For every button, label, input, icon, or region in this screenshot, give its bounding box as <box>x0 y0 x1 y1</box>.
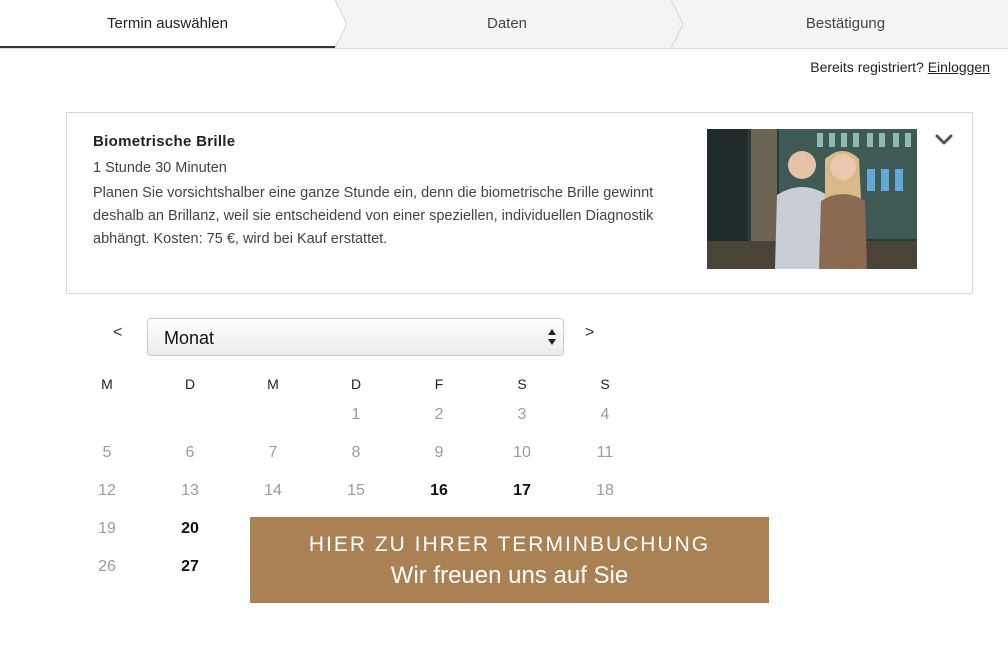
weekday-header: S <box>517 376 527 392</box>
calendar-day: 4 <box>600 406 610 423</box>
banner-subline: Wir freuen uns auf Sie <box>390 562 629 589</box>
service-photo <box>707 129 917 269</box>
calendar-day: 1 <box>351 406 361 423</box>
calendar-day: 6 <box>185 444 195 461</box>
calendar-day: 14 <box>264 482 282 499</box>
weekday-header: M <box>267 376 279 392</box>
calendar-day: 12 <box>98 482 116 499</box>
calendar-day-available[interactable]: 27 <box>170 558 210 576</box>
step-separator-icon <box>333 0 347 48</box>
calendar-day: 7 <box>268 444 278 461</box>
select-arrows-icon <box>548 329 556 345</box>
calendar-day: 5 <box>102 444 112 461</box>
calendar-day-available[interactable]: 17 <box>502 482 542 500</box>
booking-banner[interactable]: HIER ZU IHRER TERMINBUCHUNG Wir freuen u… <box>250 517 769 603</box>
login-prompt-text: Bereits registriert? <box>810 59 924 75</box>
step-daten[interactable]: Daten <box>347 0 667 48</box>
month-select[interactable]: Monat <box>147 318 564 356</box>
calendar-day: 8 <box>351 444 361 461</box>
calendar-day: 10 <box>513 444 531 461</box>
service-card[interactable]: Biometrische Brille 1 Stunde 30 Minuten … <box>66 112 973 294</box>
next-month-button[interactable]: > <box>585 324 594 342</box>
weekday-header: D <box>350 376 362 392</box>
banner-headline: HIER ZU IHRER TERMINBUCHUNG <box>308 533 711 556</box>
weekday-header: M <box>101 376 113 392</box>
service-title: Biometrische Brille <box>93 133 236 150</box>
calendar-day: 13 <box>181 482 199 499</box>
calendar-day: 3 <box>517 406 527 423</box>
calendar-day-available[interactable]: 20 <box>170 520 210 538</box>
service-duration: 1 Stunde 30 Minuten <box>93 160 227 176</box>
booking-steps: Termin auswählen Daten Bestätigung <box>0 0 1008 49</box>
calendar-day: 18 <box>596 482 614 499</box>
previous-month-button[interactable]: < <box>113 324 122 342</box>
calendar-day: 11 <box>596 444 614 461</box>
step-separator-icon <box>670 0 683 48</box>
month-select-value: Monat <box>164 328 215 348</box>
weekday-header: S <box>600 376 610 392</box>
step-bestaetigung[interactable]: Bestätigung <box>683 0 1008 48</box>
active-step-underline <box>0 46 335 48</box>
service-description: Planen Sie vorsichtshalber eine ganze St… <box>93 185 654 247</box>
calendar-day: 15 <box>347 482 365 499</box>
login-link[interactable]: Einloggen <box>928 59 990 75</box>
calendar-day: 19 <box>98 520 116 537</box>
weekday-header: F <box>434 376 444 392</box>
calendar-day-available[interactable]: 16 <box>419 482 459 500</box>
calendar-day: 2 <box>434 406 444 423</box>
login-prompt: Bereits registriert? Einloggen <box>810 59 990 75</box>
calendar-day: 9 <box>434 444 444 461</box>
chevron-down-icon[interactable] <box>933 131 955 149</box>
step-termin-auswaehlen[interactable]: Termin auswählen <box>0 0 335 48</box>
calendar-day: 26 <box>98 558 116 575</box>
weekday-header: D <box>184 376 196 392</box>
